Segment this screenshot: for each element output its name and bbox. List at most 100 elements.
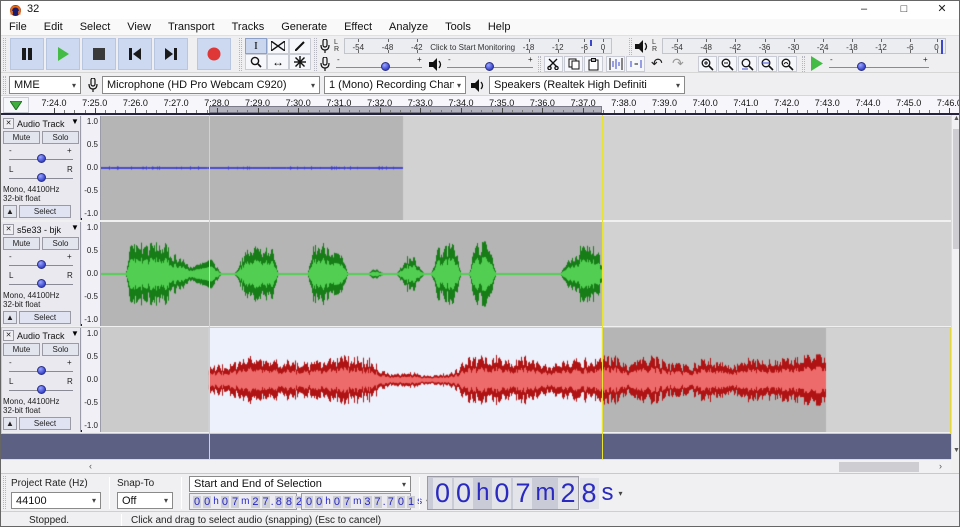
draw-tool-button[interactable] — [289, 38, 311, 54]
silence-audio-button[interactable] — [626, 56, 645, 72]
stop-button[interactable] — [82, 38, 116, 70]
playback-volume-slider[interactable] — [447, 61, 533, 73]
selection-start-field[interactable]: 00h07m27.882s▾ — [189, 493, 297, 510]
vertical-scrollbar[interactable]: ▲ ▼ — [951, 115, 960, 459]
zoom-toggle-button[interactable] — [778, 56, 797, 72]
track2-collapse-button[interactable]: ▲ — [3, 311, 17, 324]
menu-file[interactable]: File — [9, 21, 27, 33]
recording-volume-slider[interactable] — [336, 61, 422, 73]
trim-audio-button[interactable] — [606, 56, 625, 72]
skip-to-start-button[interactable] — [118, 38, 152, 70]
track3-close-button[interactable]: ✕ — [3, 330, 14, 341]
track2-pan-slider[interactable] — [9, 279, 73, 289]
device-toolbar-grip[interactable] — [3, 76, 6, 94]
track1-menu-arrow-icon[interactable]: ▼ — [71, 117, 79, 126]
play-speed-slider[interactable] — [829, 61, 929, 73]
menu-transport[interactable]: Transport — [168, 21, 215, 33]
track1-collapse-button[interactable]: ▲ — [3, 205, 17, 218]
track2-select-button[interactable]: Select — [19, 311, 71, 324]
recording-meter-grip[interactable] — [314, 38, 317, 71]
record-button[interactable] — [197, 38, 231, 70]
track1-close-button[interactable]: ✕ — [3, 118, 14, 129]
close-button[interactable]: ✕ — [925, 1, 959, 19]
track3-vertical-scale[interactable]: 1.0 0.5 0.0 -0.5 -1.0 — [82, 328, 101, 432]
zoom-tool-button[interactable] — [245, 54, 267, 70]
scroll-up-arrow-icon[interactable]: ▲ — [953, 115, 960, 122]
menu-analyze[interactable]: Analyze — [389, 21, 428, 33]
selection-mode-select[interactable]: Start and End of Selection▾ — [189, 476, 411, 492]
timeline-options-button[interactable] — [3, 97, 29, 113]
menu-help[interactable]: Help — [488, 21, 511, 33]
menu-effect[interactable]: Effect — [344, 21, 372, 33]
track1-solo-button[interactable]: Solo — [42, 131, 79, 144]
recording-volume-thumb[interactable] — [381, 62, 390, 71]
track3-name[interactable]: Audio Track — [17, 331, 65, 341]
envelope-tool-button[interactable] — [267, 38, 289, 54]
selection-toolbar-grip[interactable] — [3, 476, 6, 509]
track1-waveform[interactable] — [101, 116, 951, 220]
track3-menu-arrow-icon[interactable]: ▼ — [71, 329, 79, 338]
track2-menu-arrow-icon[interactable]: ▼ — [71, 223, 79, 232]
recording-meter[interactable]: -54-48-42-18-12-60Click to Start Monitor… — [344, 38, 612, 54]
track3-pan-slider[interactable] — [9, 385, 73, 395]
input-channels-select[interactable]: 1 (Mono) Recording Chann▾ — [324, 76, 466, 94]
audio-position-display[interactable]: 00h07m28s▾ — [427, 476, 579, 510]
playback-volume-thumb[interactable] — [485, 62, 494, 71]
snap-to-select[interactable]: Off▾ — [117, 492, 173, 509]
track2-waveform[interactable] — [101, 222, 951, 326]
track2-name[interactable]: s5e33 - bjk — [17, 225, 61, 235]
multi-tool-button[interactable] — [289, 54, 311, 70]
skip-to-end-button[interactable] — [154, 38, 188, 70]
track3-waveform[interactable] — [101, 328, 951, 432]
minimize-button[interactable]: – — [847, 1, 881, 19]
zoom-in-button[interactable] — [698, 56, 717, 72]
track1-pan-slider[interactable] — [9, 173, 73, 183]
playback-meter[interactable]: -54-48-42-36-30-24-18-12-60 — [662, 38, 946, 54]
scroll-down-arrow-icon[interactable]: ▼ — [953, 447, 960, 454]
redo-button[interactable]: ↷ — [672, 55, 684, 72]
horizontal-scrollbar[interactable]: ‹ › — [1, 459, 951, 473]
play-button[interactable] — [46, 38, 80, 70]
track2-mute-button[interactable]: Mute — [3, 237, 40, 250]
track2-vertical-scale[interactable]: 1.0 0.5 0.0 -0.5 -1.0 — [82, 222, 101, 326]
track3-mute-button[interactable]: Mute — [3, 343, 40, 356]
play-at-speed-icon[interactable] — [809, 56, 824, 71]
track3-solo-button[interactable]: Solo — [42, 343, 79, 356]
track2-close-button[interactable]: ✕ — [3, 224, 14, 235]
zoom-out-button[interactable] — [718, 56, 737, 72]
scroll-left-arrow-icon[interactable]: ‹ — [89, 461, 92, 471]
edit-toolbar-grip[interactable] — [538, 56, 541, 72]
track1-gain-slider[interactable] — [9, 154, 73, 164]
playspeed-grip[interactable] — [802, 56, 805, 72]
pause-button[interactable] — [10, 38, 44, 70]
menu-view[interactable]: View — [127, 21, 151, 33]
zoom-selection-button[interactable] — [738, 56, 757, 72]
zoom-fit-button[interactable] — [758, 56, 777, 72]
vertical-scroll-thumb[interactable] — [953, 129, 960, 249]
project-rate-select[interactable]: 44100▾ — [11, 492, 101, 509]
track3-gain-slider[interactable] — [9, 366, 73, 376]
menu-tracks[interactable]: Tracks — [232, 21, 265, 33]
track3-select-button[interactable]: Select — [19, 417, 71, 430]
audio-host-select[interactable]: MME▾ — [9, 76, 81, 94]
horizontal-scroll-thumb[interactable] — [839, 462, 919, 472]
tools-toolbar-grip[interactable] — [239, 38, 242, 71]
play-speed-thumb[interactable] — [857, 62, 866, 71]
menu-tools[interactable]: Tools — [445, 21, 471, 33]
time-ruler[interactable]: 7:24.07:25.07:26.07:27.07:28.07:29.07:30… — [1, 96, 960, 115]
output-device-select[interactable]: Speakers (Realtek High Definiti▾ — [489, 76, 685, 94]
copy-button[interactable] — [564, 56, 583, 72]
maximize-button[interactable]: □ — [887, 1, 921, 19]
cut-button[interactable] — [544, 56, 563, 72]
timeshift-tool-button[interactable]: ↔ — [267, 54, 289, 70]
track2-solo-button[interactable]: Solo — [42, 237, 79, 250]
track1-select-button[interactable]: Select — [19, 205, 71, 218]
track3-collapse-button[interactable]: ▲ — [3, 417, 17, 430]
menu-generate[interactable]: Generate — [281, 21, 327, 33]
selection-end-field[interactable]: 00h07m37.701s▾ — [301, 493, 411, 510]
undo-button[interactable]: ↶ — [651, 55, 663, 72]
track1-name[interactable]: Audio Track — [17, 119, 65, 129]
track1-vertical-scale[interactable]: 1.0 0.5 0.0 -0.5 -1.0 — [82, 116, 101, 220]
menu-select[interactable]: Select — [80, 21, 111, 33]
track1-mute-button[interactable]: Mute — [3, 131, 40, 144]
